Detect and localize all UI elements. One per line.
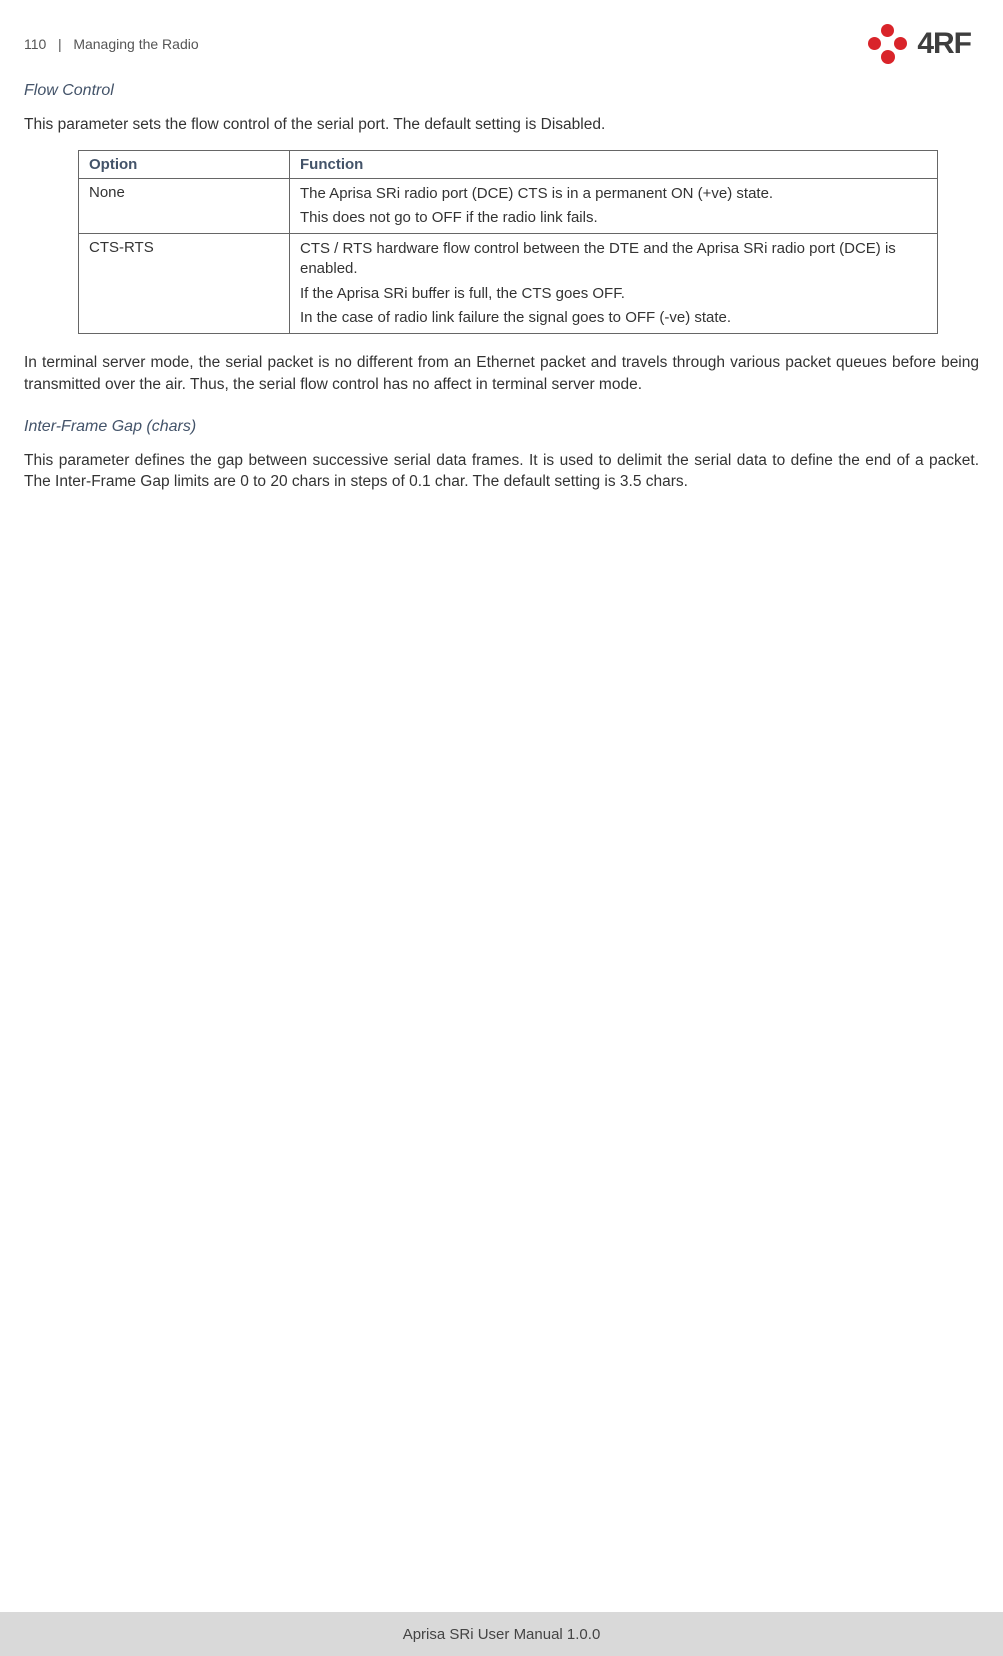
option-cell: None [79,178,290,234]
function-line: If the Aprisa SRi buffer is full, the CT… [300,284,927,304]
page: 110 | Managing the Radio 4RF Flow Contro… [0,0,1003,1656]
table-row: None The Aprisa SRi radio port (DCE) CTS… [79,178,938,234]
flow-control-intro: This parameter sets the flow control of … [24,114,979,136]
table-header-option: Option [79,150,290,178]
header-section: Managing the Radio [73,36,198,52]
brand-logo: 4RF [867,24,971,64]
table-header-function: Function [290,150,938,178]
content-area: Flow Control This parameter sets the flo… [0,82,1003,493]
page-header: 110 | Managing the Radio 4RF [0,0,1003,76]
footer-text: Aprisa SRi User Manual 1.0.0 [403,1626,601,1643]
table-header-row: Option Function [79,150,938,178]
function-cell: CTS / RTS hardware flow control between … [290,234,938,334]
brand-text: 4RF [917,27,971,61]
header-left: 110 | Managing the Radio [24,36,199,52]
table-row: CTS-RTS CTS / RTS hardware flow control … [79,234,938,334]
flow-control-table: Option Function None The Aprisa SRi radi… [78,150,938,335]
function-line: CTS / RTS hardware flow control between … [300,239,927,280]
interframe-title: Inter-Frame Gap (chars) [24,418,979,436]
function-line: This does not go to OFF if the radio lin… [300,208,927,228]
function-line: In the case of radio link failure the si… [300,308,927,328]
page-number: 110 [24,36,46,52]
function-cell: The Aprisa SRi radio port (DCE) CTS is i… [290,178,938,234]
function-line: The Aprisa SRi radio port (DCE) CTS is i… [300,184,927,204]
logo-dots-icon [867,24,911,64]
header-separator: | [50,36,69,52]
flow-control-title: Flow Control [24,82,979,100]
flow-control-note: In terminal server mode, the serial pack… [24,352,979,395]
interframe-para: This parameter defines the gap between s… [24,450,979,493]
page-footer: Aprisa SRi User Manual 1.0.0 [0,1612,1003,1656]
option-cell: CTS-RTS [79,234,290,334]
